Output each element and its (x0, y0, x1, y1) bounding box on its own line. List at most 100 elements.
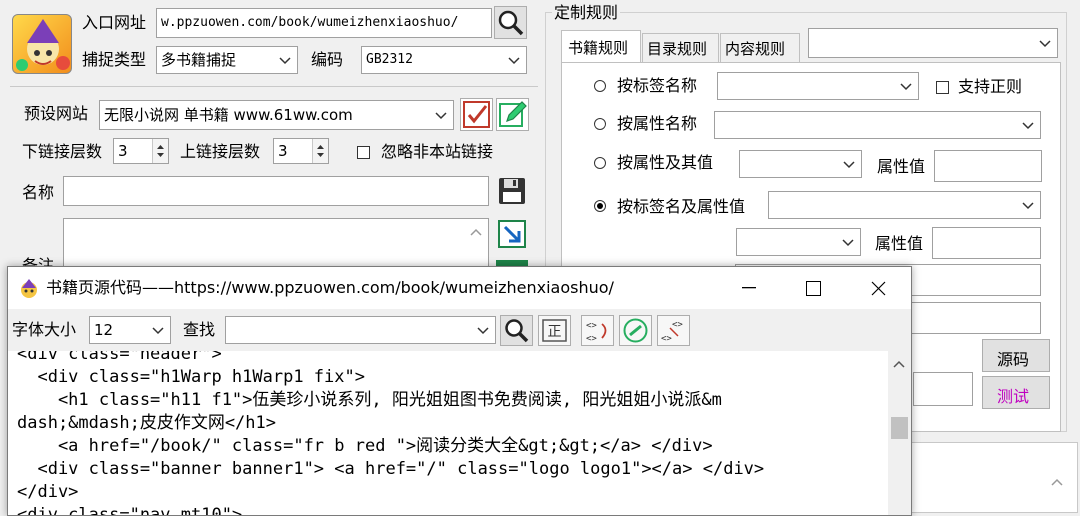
scroll-up-icon[interactable] (470, 227, 482, 237)
close-button[interactable] (846, 267, 911, 309)
preset-site-select[interactable]: 无限小说网 单书籍 www.61ww.com (99, 100, 454, 130)
find-label: 查找 (183, 320, 216, 339)
code-line: <a href="/book/" class="fr b red ">阅读分类大… (17, 436, 713, 456)
radio-attr-name[interactable] (594, 118, 606, 130)
attr-name-select[interactable] (714, 111, 1041, 139)
tab-content-rules[interactable]: 内容规则 (720, 33, 800, 62)
bottom-right-panel (910, 442, 1078, 513)
source-titlebar[interactable]: 书籍页源代码——https://www.ppzuowen.com/book/wu… (8, 267, 911, 309)
radio-attr-value[interactable] (594, 157, 606, 169)
chevron-down-icon (152, 327, 164, 335)
search-url-button[interactable] (494, 6, 527, 39)
preset-site-label: 预设网站 (24, 104, 89, 123)
up-depth-label: 上链接层数 (180, 142, 261, 161)
capture-type-select[interactable]: 多书籍捕捉 (156, 46, 298, 74)
chevron-down-icon (435, 112, 447, 120)
magnifier-icon (498, 10, 524, 36)
edit-preset-button[interactable] (496, 98, 529, 131)
regex-checkbox[interactable] (936, 81, 949, 94)
minimize-icon (742, 287, 756, 289)
encoding-select[interactable]: GB2312 (361, 46, 527, 74)
minimize-button[interactable] (716, 267, 782, 309)
attr-value-label-2: 属性值 (875, 234, 924, 253)
maximize-icon (806, 281, 821, 296)
divider (10, 86, 538, 87)
app-logo (12, 14, 72, 74)
tag-tool-button[interactable]: <> <> (657, 315, 690, 346)
arrow-into-box-icon (498, 220, 526, 248)
down-depth-label: 下链接层数 (22, 142, 103, 161)
up-depth-spinner[interactable]: 3 (273, 138, 329, 164)
scroll-up-icon[interactable] (893, 359, 905, 369)
maximize-button[interactable] (782, 267, 846, 309)
scroll-thumb[interactable] (891, 417, 908, 439)
magnifier-icon (505, 319, 529, 343)
radio-tag-name[interactable] (594, 80, 606, 92)
rule-target-select[interactable] (808, 28, 1058, 58)
attr-value-input[interactable] (934, 150, 1042, 182)
source-button[interactable]: 源码 (982, 339, 1050, 372)
test-button[interactable]: 测试 (982, 376, 1050, 409)
chevron-down-icon (1039, 40, 1051, 48)
tag-name-select[interactable] (717, 72, 919, 100)
tab-toc-rules[interactable]: 目录规则 (642, 33, 719, 62)
chevron-down-icon (508, 57, 520, 65)
svg-text:正: 正 (548, 324, 562, 340)
chevron-down-icon (900, 83, 912, 91)
code-line: <div class="banner banner1"> <a href="/"… (17, 459, 765, 479)
source-code-view[interactable]: <div class="header"> <div class="h1Warp … (8, 351, 888, 515)
floppy-disk-icon (499, 178, 525, 204)
chevron-down-icon (279, 57, 291, 65)
name-input[interactable] (63, 176, 489, 206)
source-toolbar: 字体大小 12 查找 正 <> <> <> <> (8, 309, 911, 351)
svg-text:<>: <> (672, 320, 683, 330)
font-size-select[interactable]: 12 (89, 316, 171, 344)
tag-attr-value-input[interactable] (932, 227, 1041, 259)
code-line: <div class="nav mt10"> (17, 505, 243, 515)
encoding-label: 编码 (311, 50, 344, 69)
entry-url-input[interactable]: w.ppzuowen.com/book/wumeizhenxiaoshuo/ (156, 8, 492, 38)
font-size-label: 字体大小 (12, 320, 77, 339)
svg-text:<>: <> (586, 321, 597, 331)
checkmark-icon (463, 101, 490, 128)
svg-text:<>: <> (661, 334, 672, 344)
close-icon (871, 281, 886, 296)
svg-text:<>: <> (586, 334, 597, 344)
find-input[interactable] (225, 316, 496, 344)
custom-rules-title: 定制规则 (552, 3, 621, 23)
tag-select[interactable] (768, 191, 1041, 219)
link-icon (623, 318, 648, 343)
code-line: </div> (17, 482, 79, 502)
find-button[interactable] (500, 315, 533, 346)
tag-attr-select[interactable] (736, 228, 861, 256)
source-window: 书籍页源代码——https://www.ppzuowen.com/book/wu… (7, 266, 912, 516)
link-button[interactable] (619, 315, 652, 346)
import-button[interactable] (496, 218, 528, 250)
down-depth-spinner[interactable]: 3 (113, 138, 169, 164)
chevron-down-icon (843, 161, 855, 169)
ignore-offsite-checkbox[interactable] (357, 146, 370, 159)
regex-label: 支持正则 (958, 77, 1023, 96)
confirm-preset-button[interactable] (460, 98, 493, 131)
code-line: <div class="h1Warp h1Warp1 fix"> (17, 367, 365, 387)
scroll-up-icon[interactable] (1051, 477, 1063, 487)
radio-tag-attr[interactable] (594, 200, 606, 212)
tag-bracket-icon: <><> (661, 320, 683, 344)
result-field[interactable] (913, 372, 973, 406)
radio-attr-name-label: 按属性名称 (617, 114, 698, 133)
attr-select[interactable] (739, 150, 862, 178)
code-scrollbar[interactable] (888, 351, 911, 515)
radio-tag-name-label: 按标签名称 (617, 76, 698, 95)
tab-book-rules[interactable]: 书籍规则 (561, 30, 641, 63)
swap-tags-button[interactable]: <> <> (581, 315, 614, 346)
spin-arrows-icon[interactable] (312, 139, 328, 163)
code-line: <h1 class="h11 f1">伍美珍小说系列, 阳光姐姐图书免费阅读, … (17, 390, 722, 410)
format-button[interactable]: 正 (538, 315, 571, 346)
code-line: <div class="header"> (17, 351, 222, 364)
save-button[interactable] (496, 175, 528, 207)
entry-url-label: 入口网址 (82, 13, 147, 32)
source-window-title: 书籍页源代码——https://www.ppzuowen.com/book/wu… (46, 278, 614, 297)
radio-attr-value-label: 按属性及其值 (617, 153, 714, 172)
capture-type-label: 捕捉类型 (82, 50, 147, 69)
spin-arrows-icon[interactable] (152, 139, 168, 163)
